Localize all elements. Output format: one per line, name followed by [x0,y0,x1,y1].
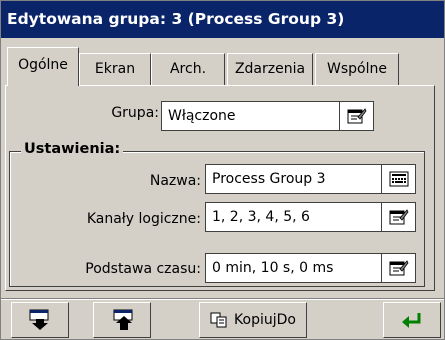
copy-icon [210,312,227,328]
dialog-window: Edytowana grupa: 3 (Process Group 3) Ogó… [0,0,445,340]
channels-label: Kanały logiczne: [86,211,201,227]
keyboard-icon[interactable] [381,165,415,193]
tab-common[interactable]: Wspólne [315,53,399,85]
move-up-button[interactable] [93,302,151,338]
bottom-toolbar: KopiujDo [1,301,444,339]
tab-events[interactable]: Zdarzenia [227,53,313,85]
tab-archive[interactable]: Arch. [151,53,225,85]
settings-title: Ustawienia: [21,141,124,157]
group-field[interactable]: Włączone [161,101,374,131]
move-up-icon [113,309,133,330]
properties-icon[interactable] [339,102,373,130]
copy-to-label: KopiujDo [234,312,296,328]
timebase-value: 0 min, 10 s, 0 ms [212,260,334,276]
tab-screen[interactable]: Ekran [79,53,151,85]
tab-general[interactable]: Ogólne [7,47,79,86]
name-label: Nazwa: [149,173,201,189]
timebase-label: Podstawa czasu: [85,261,201,277]
name-value: Process Group 3 [212,171,326,187]
copy-to-button[interactable]: KopiujDo [199,302,307,338]
enter-button[interactable] [383,302,441,338]
group-value: Włączone [168,108,236,124]
move-down-icon [29,309,49,330]
toolbar-separator [1,298,444,300]
window-title: Edytowana grupa: 3 (Process Group 3) [1,1,444,38]
channels-value: 1, 2, 3, 4, 5, 6 [212,209,310,225]
enter-icon [402,313,421,328]
properties-icon[interactable] [381,203,415,231]
properties-icon[interactable] [381,254,415,282]
name-field[interactable]: Process Group 3 [205,164,416,194]
channels-field[interactable]: 1, 2, 3, 4, 5, 6 [205,202,416,232]
timebase-field[interactable]: 0 min, 10 s, 0 ms [205,253,416,283]
move-down-button[interactable] [11,302,69,338]
group-label: Grupa: [111,105,159,121]
